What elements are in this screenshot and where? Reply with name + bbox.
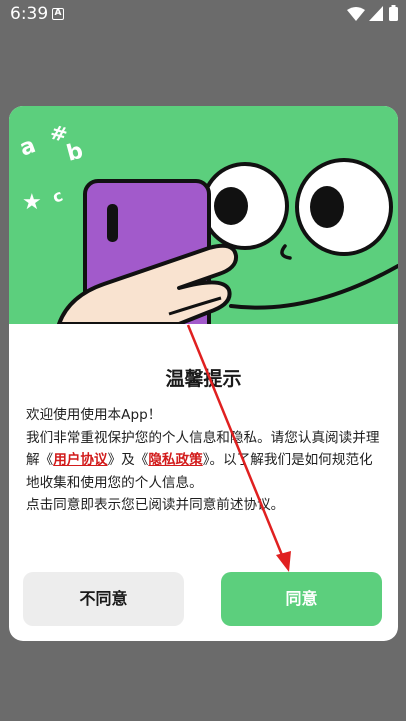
privacy-statement: 我们非常重视保护您的个人信息和隐私。请您认真阅读并理解《用户协议》及《隐私政策》… — [26, 427, 386, 495]
star-icon: ★ — [22, 190, 42, 215]
privacy-policy-link[interactable]: 隐私政策 — [148, 452, 202, 468]
dialog-title: 温馨提示 — [165, 368, 242, 390]
signal-icon — [369, 6, 383, 21]
illustration-char-c: c — [50, 186, 65, 207]
dialog-illustration: a # b c ★ — [9, 106, 398, 363]
status-bar: 6:39 A — [0, 0, 406, 30]
agree-button[interactable]: 同意 — [221, 572, 382, 626]
illustration-char-a: a — [17, 133, 40, 162]
disagree-button[interactable]: 不同意 — [23, 572, 184, 626]
privacy-dialog: a # b c ★ 温馨提示 欢迎使用使用本App！ 我们非常重视保护您的个人信… — [9, 106, 398, 641]
welcome-text: 欢迎使用使用本App！ — [26, 407, 162, 423]
illustration-char-b: b — [64, 139, 86, 167]
privacy-text-part2: 》及《 — [107, 452, 149, 468]
phone-monster-illustration: a # b c ★ — [17, 120, 398, 363]
battery-icon — [389, 5, 398, 21]
notification-icon: A — [52, 8, 64, 20]
user-agreement-link[interactable]: 用户协议 — [53, 452, 107, 468]
dialog-body: 欢迎使用使用本App！ 我们非常重视保护您的个人信息和隐私。请您认真阅读并理解《… — [26, 404, 386, 517]
consent-text: 点击同意即表示您已阅读并同意前述协议。 — [26, 497, 285, 513]
status-time: 6:39 — [10, 4, 49, 24]
wifi-icon — [347, 7, 365, 21]
